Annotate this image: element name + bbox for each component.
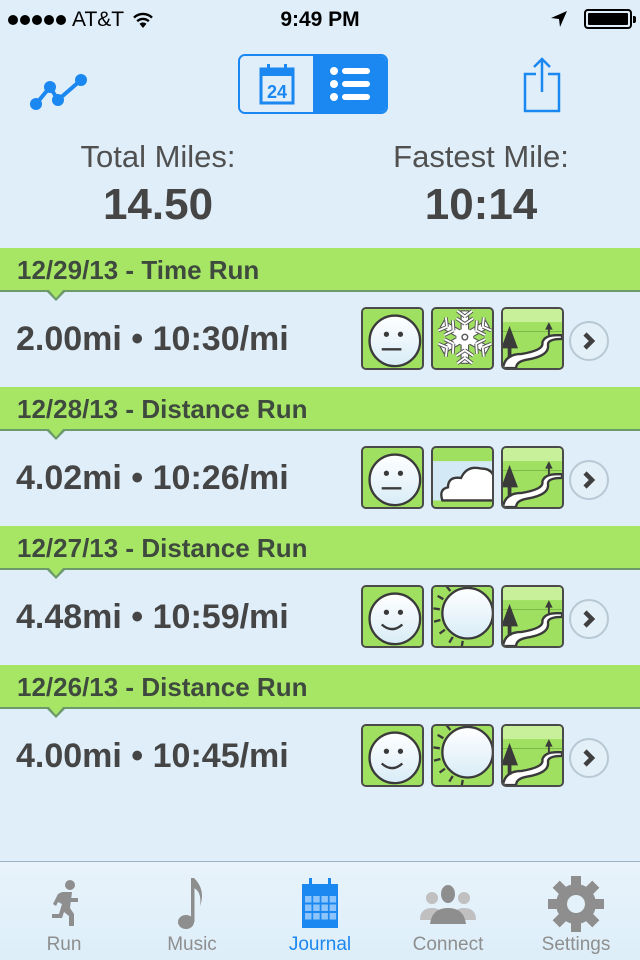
share-button[interactable]	[520, 56, 566, 114]
weather-snow-icon	[431, 307, 494, 370]
terrain-trail-icon	[501, 446, 564, 509]
calendar-grid-icon	[290, 874, 350, 934]
share-icon	[523, 57, 561, 113]
fastest-mile-value: 10:14	[424, 180, 538, 229]
calendar-day-number: 24	[266, 82, 286, 102]
tab-run[interactable]: Run	[0, 862, 128, 960]
run-detail-button[interactable]	[569, 599, 609, 639]
run-stats: 4.00mi • 10:45/mi	[16, 737, 289, 775]
run-header: 12/28/13 - Distance Run	[0, 387, 640, 440]
tab-music[interactable]: Music	[128, 862, 256, 960]
toolbar: 24	[0, 50, 640, 120]
run-title: 12/26/13 - Distance Run	[17, 672, 308, 702]
tab-label: Run	[46, 934, 82, 955]
view-segmented-control: 24	[238, 54, 388, 114]
chevron-right-icon	[583, 749, 596, 767]
chevron-right-icon	[583, 471, 596, 489]
fastest-mile-stat: Fastest Mile: 10:14	[320, 135, 640, 231]
tab-settings[interactable]: Settings	[512, 862, 640, 960]
run-detail-button[interactable]	[569, 321, 609, 361]
run-stats: 4.02mi • 10:26/mi	[16, 459, 289, 497]
run-title: 12/28/13 - Distance Run	[17, 394, 308, 424]
run-entry[interactable]: 12/27/13 - Distance Run 4.48mi • 10:59/m…	[0, 526, 640, 665]
total-miles-label: Total Miles:	[80, 139, 236, 174]
tab-bar: Run Music Journal Connect Settings	[0, 861, 640, 960]
run-body[interactable]: 4.48mi • 10:59/mi	[0, 570, 640, 665]
run-detail-button[interactable]	[569, 738, 609, 778]
clock: 9:49 PM	[280, 8, 360, 31]
run-condition-icons	[361, 585, 564, 648]
total-miles-stat: Total Miles: 14.50	[0, 135, 316, 231]
run-body[interactable]: 2.00mi • 10:30/mi	[0, 292, 640, 387]
weather-sunny-icon	[431, 724, 494, 787]
mood-neutral-icon	[361, 307, 424, 370]
list-view-segment[interactable]	[313, 56, 386, 112]
summary-stats: Total Miles: 14.50 Fastest Mile: 10:14	[0, 135, 640, 235]
run-header: 12/27/13 - Distance Run	[0, 526, 640, 579]
list-icon	[329, 67, 370, 101]
run-condition-icons	[361, 307, 564, 370]
tab-label: Settings	[541, 934, 611, 955]
terrain-trail-icon	[501, 585, 564, 648]
chevron-right-icon	[583, 332, 596, 350]
location-arrow-icon	[551, 11, 567, 27]
tab-connect[interactable]: Connect	[384, 862, 512, 960]
total-miles-value: 14.50	[102, 180, 214, 229]
run-stats: 4.48mi • 10:59/mi	[16, 598, 289, 636]
tab-label: Music	[167, 934, 217, 955]
line-chart-icon	[30, 74, 87, 110]
mood-neutral-icon	[361, 446, 424, 509]
run-condition-icons	[361, 446, 564, 509]
tab-label: Journal	[288, 934, 352, 955]
music-note-icon	[162, 874, 222, 934]
run-header: 12/29/13 - Time Run	[0, 248, 640, 301]
calendar-view-segment[interactable]: 24	[240, 56, 313, 112]
terrain-trail-icon	[501, 724, 564, 787]
run-detail-button[interactable]	[569, 460, 609, 500]
run-entry[interactable]: 12/26/13 - Distance Run 4.00mi • 10:45/m…	[0, 665, 640, 804]
status-bar: AT&T 9:49 PM	[0, 0, 640, 40]
run-header: 12/26/13 - Distance Run	[0, 665, 640, 718]
run-condition-icons	[361, 724, 564, 787]
chart-button[interactable]	[28, 60, 90, 110]
fastest-mile-label: Fastest Mile:	[393, 139, 569, 174]
weather-cloudy-icon	[431, 446, 494, 509]
people-icon	[418, 874, 478, 934]
run-list: 12/29/13 - Time Run 2.00mi • 10:30/mi 12…	[0, 248, 640, 804]
tab-journal[interactable]: Journal	[256, 862, 384, 960]
weather-sunny-icon	[431, 585, 494, 648]
runner-icon	[34, 874, 94, 934]
tab-label: Connect	[412, 934, 484, 955]
run-stats: 2.00mi • 10:30/mi	[16, 320, 289, 358]
run-body[interactable]: 4.02mi • 10:26/mi	[0, 431, 640, 526]
run-entry[interactable]: 12/28/13 - Distance Run 4.02mi • 10:26/m…	[0, 387, 640, 526]
mood-happy-icon	[361, 585, 424, 648]
run-entry[interactable]: 12/29/13 - Time Run 2.00mi • 10:30/mi	[0, 248, 640, 387]
run-title: 12/27/13 - Distance Run	[17, 533, 308, 563]
run-title: 12/29/13 - Time Run	[17, 255, 260, 285]
chevron-right-icon	[583, 610, 596, 628]
battery-icon	[584, 9, 636, 29]
mood-happy-icon	[361, 724, 424, 787]
run-body[interactable]: 4.00mi • 10:45/mi	[0, 709, 640, 804]
gear-icon	[546, 874, 606, 934]
terrain-trail-icon	[501, 307, 564, 370]
calendar-icon: 24	[259, 64, 294, 105]
